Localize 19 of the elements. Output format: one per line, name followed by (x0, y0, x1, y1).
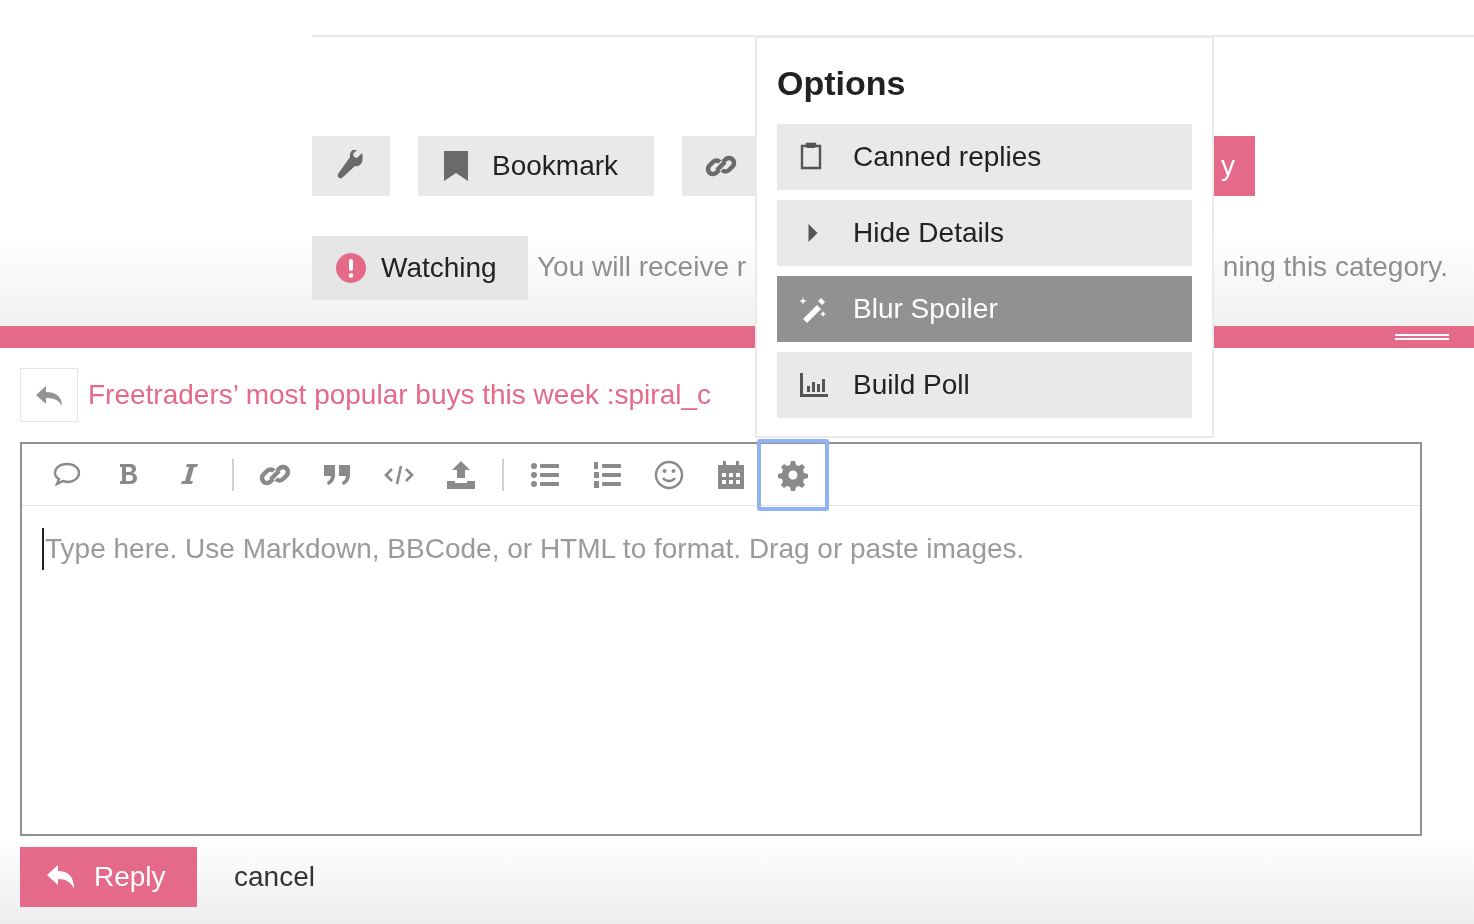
wrench-button[interactable] (312, 136, 390, 196)
menu-title: Options (777, 63, 906, 104)
menu-item[interactable]: Canned replies (777, 124, 1192, 190)
notification-text: You will receive r (537, 250, 747, 284)
bookmark-button[interactable]: Bookmark (418, 136, 654, 196)
exclamation-icon (336, 253, 366, 283)
cancel-link[interactable]: cancel (234, 855, 315, 898)
upload-icon (445, 458, 477, 491)
calendar-icon (715, 458, 747, 491)
gear-button[interactable] (757, 438, 829, 511)
menu-item[interactable]: Hide Details (777, 200, 1192, 266)
notification-text: ning this category. (1222, 250, 1448, 284)
watching-button[interactable]: Watching (312, 236, 528, 300)
caret-right-icon (807, 223, 819, 243)
smiley-icon (653, 458, 685, 491)
gear-icon (777, 458, 809, 491)
bookmark-icon (444, 151, 468, 181)
menu-item[interactable]: Build Poll (777, 352, 1192, 418)
editor-text-area[interactable]: Type here. Use Markdown, BBCode, or HTML to format. Drag or paste images. (42, 528, 1400, 570)
